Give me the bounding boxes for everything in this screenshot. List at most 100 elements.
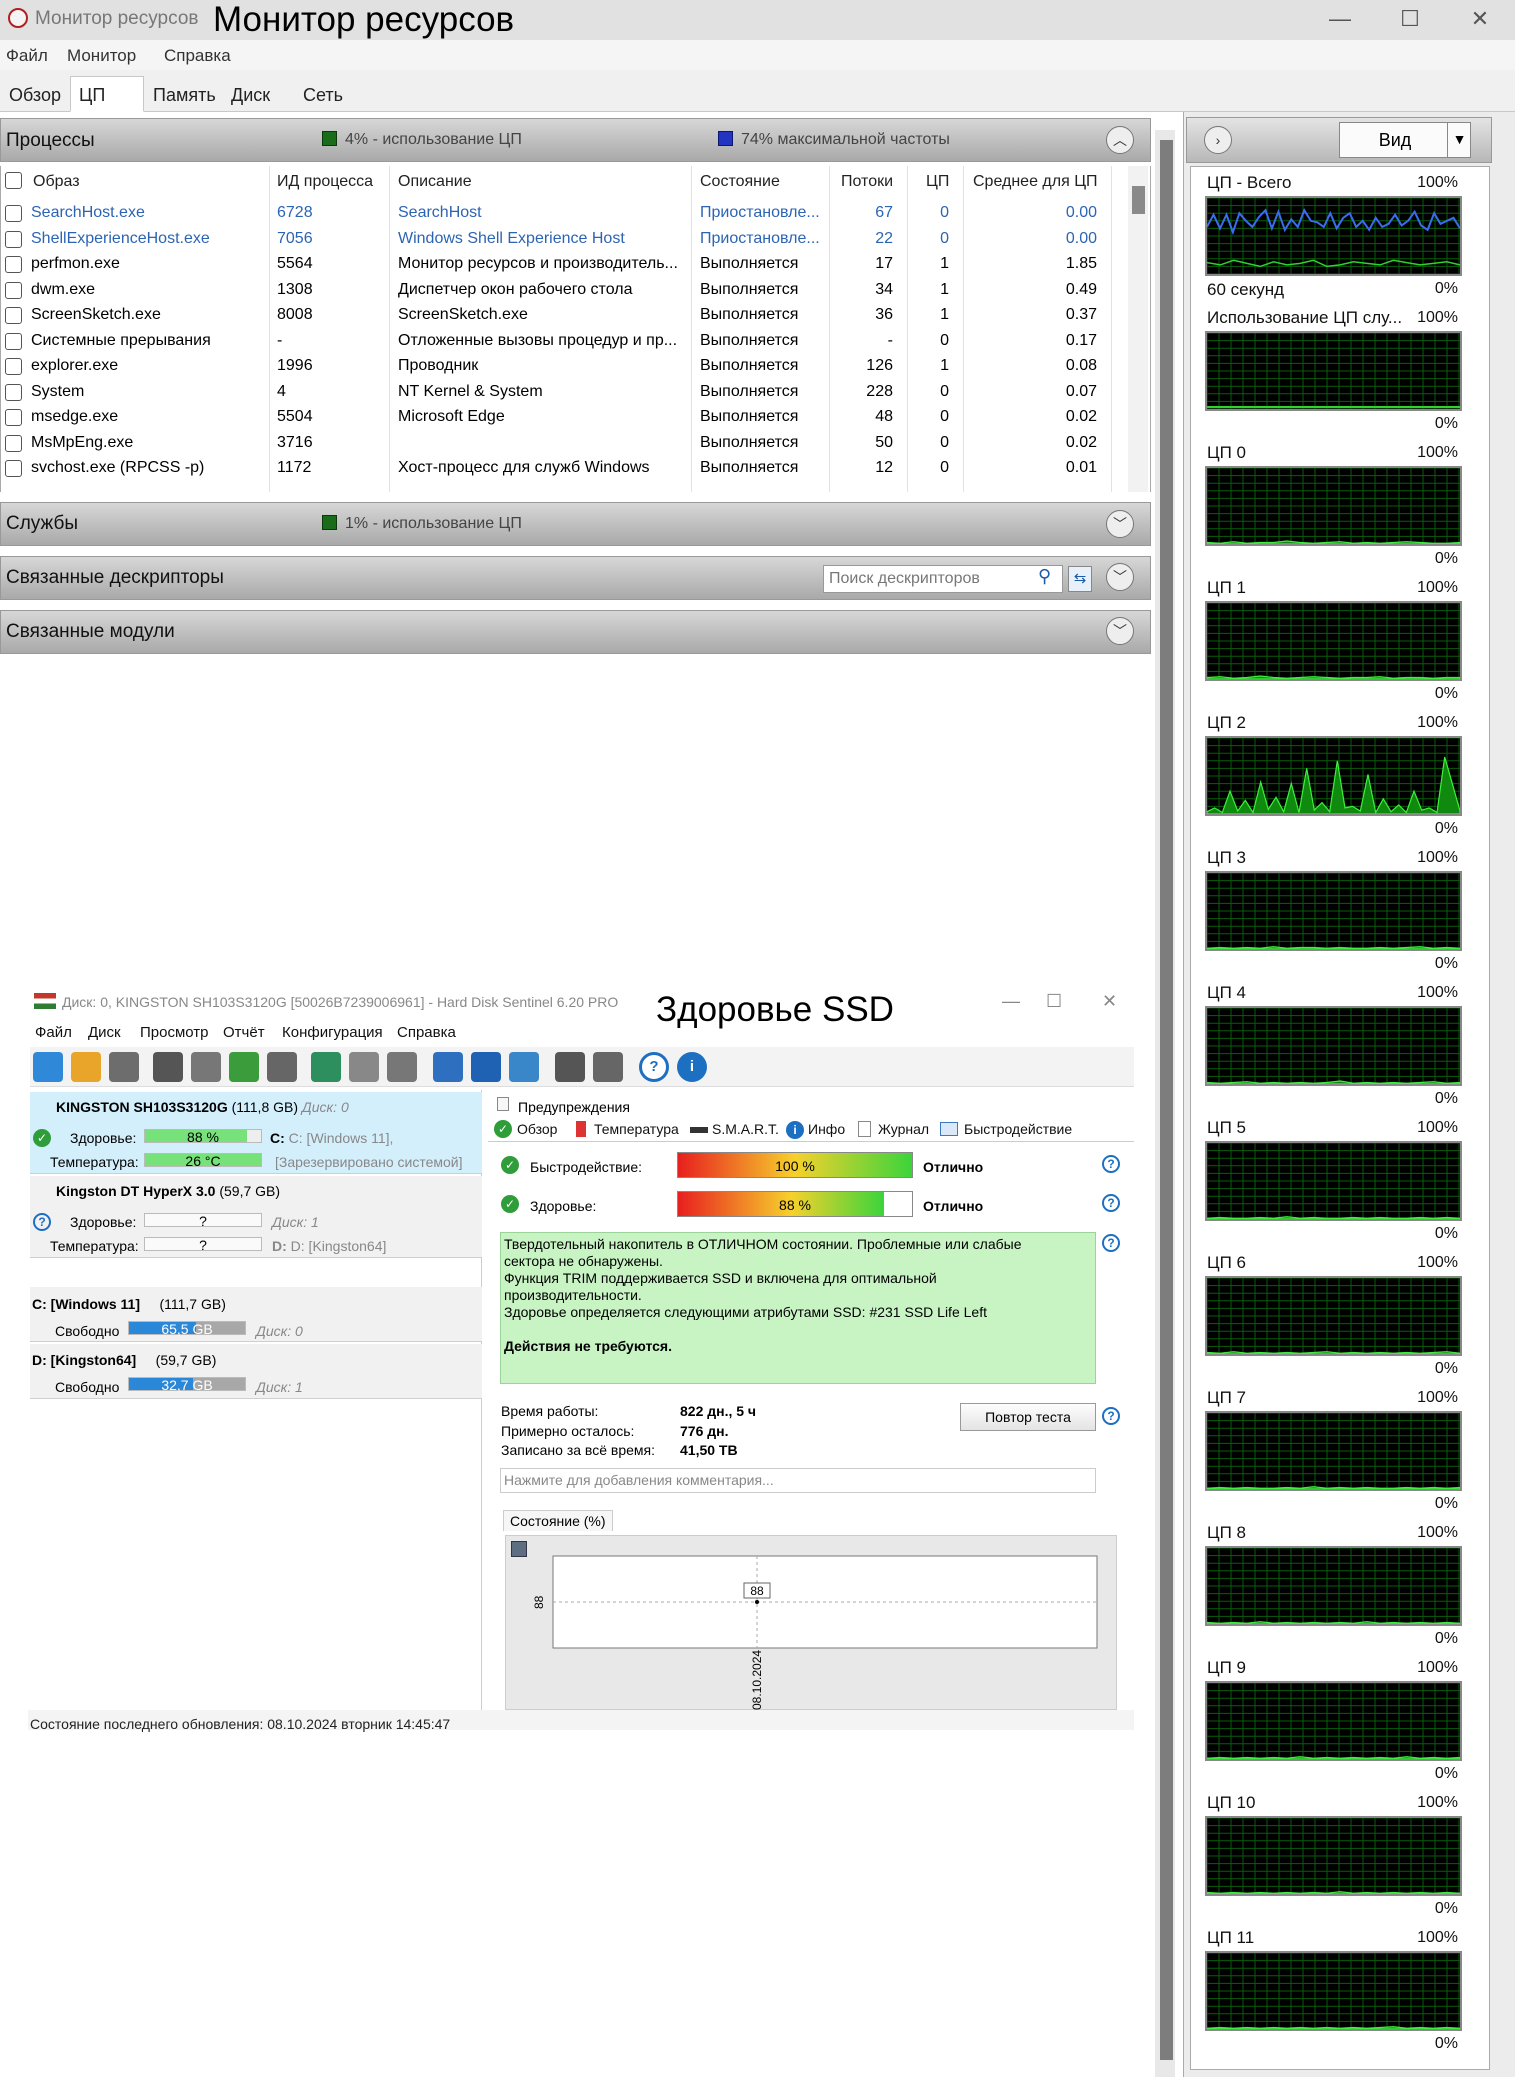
retest-button[interactable]: Повтор теста bbox=[960, 1403, 1096, 1431]
col-pid[interactable]: ИД процесса bbox=[277, 166, 373, 198]
warnings-tab[interactable]: Предупреждения bbox=[518, 1099, 630, 1115]
processes-section-header[interactable] bbox=[0, 118, 1151, 162]
row-checkbox[interactable] bbox=[5, 230, 22, 248]
tab-performance[interactable]: Быстродействие bbox=[964, 1121, 1072, 1137]
tab-overview[interactable]: Обзор bbox=[0, 76, 70, 112]
select-all-checkbox[interactable] bbox=[5, 172, 22, 189]
col-cpu[interactable]: ЦП bbox=[926, 166, 949, 198]
row-checkbox[interactable] bbox=[5, 281, 22, 299]
expand-modules-icon[interactable]: ﹀ bbox=[1106, 617, 1134, 645]
help-icon[interactable]: ? bbox=[639, 1052, 669, 1082]
refresh-search-icon[interactable]: ⇆ bbox=[1068, 566, 1092, 592]
collapse-graphs-icon[interactable]: › bbox=[1204, 126, 1232, 154]
message-help-icon[interactable]: ? bbox=[1102, 1234, 1120, 1252]
expand-handles-icon[interactable]: ﹀ bbox=[1106, 563, 1134, 591]
menu-help[interactable]: Справка bbox=[164, 46, 231, 66]
row-checkbox[interactable] bbox=[5, 358, 22, 375]
table-row[interactable]: Системные прерывания - Отложенные вызовы п… bbox=[1, 328, 1150, 354]
cpu-graph bbox=[1205, 1816, 1462, 1896]
hds-menu-report[interactable]: Отчёт bbox=[223, 1024, 265, 1041]
network-icon[interactable] bbox=[509, 1052, 539, 1082]
tab-network[interactable]: Сеть bbox=[294, 76, 352, 112]
tools-icon[interactable] bbox=[387, 1052, 417, 1082]
minimize-button[interactable]: — bbox=[1320, 4, 1360, 34]
row-checkbox[interactable] bbox=[5, 409, 22, 426]
table-row[interactable]: MsMpEng.exe 3716 Выполняется 50 0 0.02 bbox=[1, 430, 1150, 456]
refresh-warning-icon[interactable] bbox=[71, 1052, 101, 1082]
table-row[interactable]: SearchHost.exe 6728 SearchHost Приостановле… bbox=[1, 200, 1150, 226]
tab-journal[interactable]: Журнал bbox=[878, 1121, 929, 1137]
process-table-scrollbar[interactable] bbox=[1128, 166, 1148, 492]
row-checkbox[interactable] bbox=[5, 434, 22, 452]
expand-services-icon[interactable]: ﹀ bbox=[1106, 510, 1134, 538]
row-checkbox[interactable] bbox=[5, 383, 22, 401]
tab-disk[interactable]: Диск bbox=[222, 76, 279, 112]
search-icon[interactable]: ⚲ bbox=[1038, 566, 1051, 587]
row-checkbox[interactable] bbox=[5, 256, 22, 273]
disk-timer-icon[interactable] bbox=[191, 1052, 221, 1082]
tab-temperature[interactable]: Температура bbox=[594, 1121, 679, 1137]
disk-scan-icon[interactable] bbox=[153, 1052, 183, 1082]
table-row[interactable]: svchost.exe (RPCSS -p) 1172 Хост-процесс д… bbox=[1, 455, 1150, 481]
close-button[interactable]: ✕ bbox=[1460, 4, 1500, 34]
performance-help-icon[interactable]: ? bbox=[1102, 1155, 1120, 1173]
col-avg-cpu[interactable]: Среднее для ЦП bbox=[973, 166, 1098, 198]
usb-icon[interactable] bbox=[349, 1052, 379, 1082]
disk-search-icon[interactable] bbox=[267, 1052, 297, 1082]
collapse-processes-icon[interactable]: ︿ bbox=[1106, 126, 1134, 154]
tab-cpu[interactable]: ЦП bbox=[70, 76, 144, 112]
comment-input[interactable]: Нажмите для добавления комментария... bbox=[500, 1468, 1096, 1493]
view-dropdown-icon[interactable]: ▼ bbox=[1447, 122, 1471, 158]
col-image[interactable]: Образ bbox=[33, 166, 80, 198]
mail-icon[interactable] bbox=[471, 1052, 501, 1082]
col-threads[interactable]: Потоки bbox=[841, 166, 893, 198]
chart-tab[interactable]: Состояние (%) bbox=[503, 1510, 613, 1531]
graph-label: ЦП 2 bbox=[1207, 713, 1246, 732]
hds-menu-file[interactable]: Файл bbox=[35, 1024, 72, 1041]
col-description[interactable]: Описание bbox=[398, 166, 472, 198]
graph-max-label: 100% bbox=[1417, 1929, 1458, 1946]
hds-close-button[interactable]: ✕ bbox=[1102, 991, 1117, 1012]
menu-monitor[interactable]: Монитор bbox=[67, 46, 136, 66]
tab-hds-overview[interactable]: Обзор bbox=[517, 1121, 557, 1137]
table-row[interactable]: explorer.exe 1996 Проводник Выполняется 126 1… bbox=[1, 353, 1150, 379]
hds-menu-help[interactable]: Справка bbox=[397, 1024, 456, 1041]
retest-help-icon[interactable]: ? bbox=[1102, 1407, 1120, 1425]
main-scroll-thumb[interactable] bbox=[1160, 140, 1173, 2060]
tab-info[interactable]: Инфо bbox=[808, 1121, 845, 1137]
disk-ok-icon[interactable] bbox=[229, 1052, 259, 1082]
report-icon[interactable] bbox=[433, 1052, 463, 1082]
hds-maximize-button[interactable]: ☐ bbox=[1046, 991, 1062, 1012]
table-row[interactable]: System 4 NT Kernel & System Выполняется 228 0… bbox=[1, 379, 1150, 405]
hds-menu-disk[interactable]: Диск bbox=[88, 1024, 121, 1041]
services-section-header[interactable] bbox=[0, 502, 1151, 546]
col-status[interactable]: Состояние bbox=[700, 166, 780, 198]
info-icon[interactable]: i bbox=[677, 1052, 707, 1082]
settings-icon[interactable] bbox=[555, 1052, 585, 1082]
cell-avg-cpu: 0.00 bbox=[1065, 204, 1097, 221]
refresh-icon[interactable] bbox=[33, 1052, 63, 1082]
disk-list-icon[interactable] bbox=[109, 1052, 139, 1082]
graph-label: ЦП 9 bbox=[1207, 1658, 1246, 1677]
hds-menu-view[interactable]: Просмотр bbox=[140, 1024, 209, 1041]
process-table-scroll-thumb[interactable] bbox=[1132, 186, 1145, 214]
network-disk-icon[interactable] bbox=[311, 1052, 341, 1082]
health-help-icon[interactable]: ? bbox=[1102, 1194, 1120, 1212]
table-row[interactable]: msedge.exe 5504 Microsoft Edge Выполняется 4… bbox=[1, 404, 1150, 430]
table-row[interactable]: perfmon.exe 5564 Монитор ресурсов и произв… bbox=[1, 251, 1150, 277]
sound-icon[interactable] bbox=[593, 1052, 623, 1082]
table-row[interactable]: dwm.exe 1308 Диспетчер окон рабочего стола… bbox=[1, 277, 1150, 303]
tab-memory[interactable]: Память bbox=[144, 76, 225, 112]
hds-minimize-button[interactable]: — bbox=[1002, 991, 1020, 1012]
hds-menu-config[interactable]: Конфигурация bbox=[282, 1024, 383, 1041]
maximize-button[interactable]: ☐ bbox=[1390, 4, 1430, 34]
row-checkbox[interactable] bbox=[5, 332, 22, 350]
tab-smart[interactable]: S.M.A.R.T. bbox=[712, 1121, 779, 1137]
menu-file[interactable]: Файл bbox=[6, 46, 48, 66]
row-checkbox[interactable] bbox=[5, 460, 22, 477]
handle-search-input[interactable]: Поиск дескрипторов bbox=[823, 565, 1063, 593]
row-checkbox[interactable] bbox=[5, 307, 22, 324]
table-row[interactable]: ShellExperienceHost.exe 7056 Windows Shell… bbox=[1, 226, 1150, 252]
table-row[interactable]: ScreenSketch.exe 8008 ScreenSketch.exe Выпо… bbox=[1, 302, 1150, 328]
row-checkbox[interactable] bbox=[5, 205, 22, 222]
